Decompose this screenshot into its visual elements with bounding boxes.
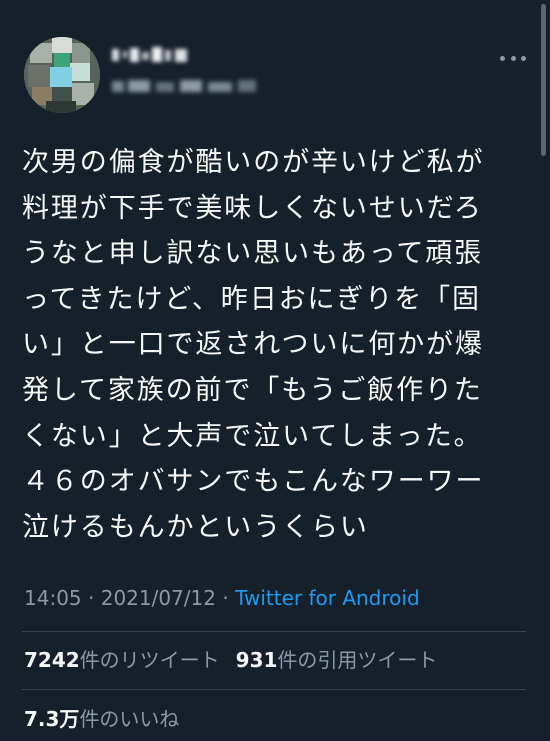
likes-link[interactable]: 7.3万件のいいね xyxy=(24,707,179,731)
username-redacted[interactable] xyxy=(112,78,260,94)
tweet-text-line: ４６のオバサンでもこんなワーワー xyxy=(22,466,485,498)
scrollbar[interactable] xyxy=(541,4,546,156)
separator: · xyxy=(222,586,229,610)
likes-label: 件のいいね xyxy=(79,707,180,731)
tweet-text-line: 発して家族の前で「もうご飯作りた xyxy=(22,374,483,406)
tweet-text-line: ってきたけど、昨日おにぎりを「固 xyxy=(22,283,481,315)
retweets-count: 7242 xyxy=(24,648,80,672)
quote-tweets-count: 931 xyxy=(235,648,278,672)
engagement-stats-row: 7242件のリツイート 931件の引用ツイート xyxy=(24,648,437,672)
tweet-detail: 次男の偏食が酷いのが辛いけど私が 料理が下手で美味しくないせいだろ うなと申し訳… xyxy=(0,0,550,741)
tweet-text-line: くない」と大声で泣いてしまった。 xyxy=(22,420,483,452)
more-horizontal-icon[interactable] xyxy=(500,48,526,68)
display-name-redacted[interactable] xyxy=(112,45,192,65)
likes-count: 7.3万 xyxy=(24,707,80,731)
divider xyxy=(22,689,526,690)
tweet-metadata: 14:05 · 2021/07/12 · Twitter for Android xyxy=(24,586,420,610)
tweet-source-link[interactable]: Twitter for Android xyxy=(235,586,420,610)
separator: · xyxy=(88,586,95,610)
retweets-link[interactable]: 7242件のリツイート xyxy=(24,648,220,672)
quote-tweets-link[interactable]: 931件の引用ツイート xyxy=(236,648,438,672)
tweet-text: 次男の偏食が酷いのが辛いけど私が 料理が下手で美味しくないせいだろ うなと申し訳… xyxy=(22,140,522,550)
tweet-text-line: 泣けるもんかというくらい xyxy=(22,511,369,543)
tweet-text-line: うなと申し訳ない思いもあって頑張 xyxy=(22,238,484,270)
tweet-text-line: 次男の偏食が酷いのが辛いけど私が xyxy=(22,147,485,178)
tweet-date[interactable]: 2021/07/12 xyxy=(101,586,216,610)
tweet-time[interactable]: 14:05 xyxy=(24,586,82,610)
retweets-label: 件のリツイート xyxy=(79,648,220,672)
likes-row: 7.3万件のいいね xyxy=(24,707,179,731)
divider xyxy=(22,631,526,632)
tweet-text-line: い」と一口で返されついに何かが爆 xyxy=(22,329,484,361)
avatar[interactable] xyxy=(24,37,100,113)
quote-tweets-label: 件の引用ツイート xyxy=(277,648,438,672)
tweet-text-line: 料理が下手で美味しくないせいだろ xyxy=(22,192,483,224)
